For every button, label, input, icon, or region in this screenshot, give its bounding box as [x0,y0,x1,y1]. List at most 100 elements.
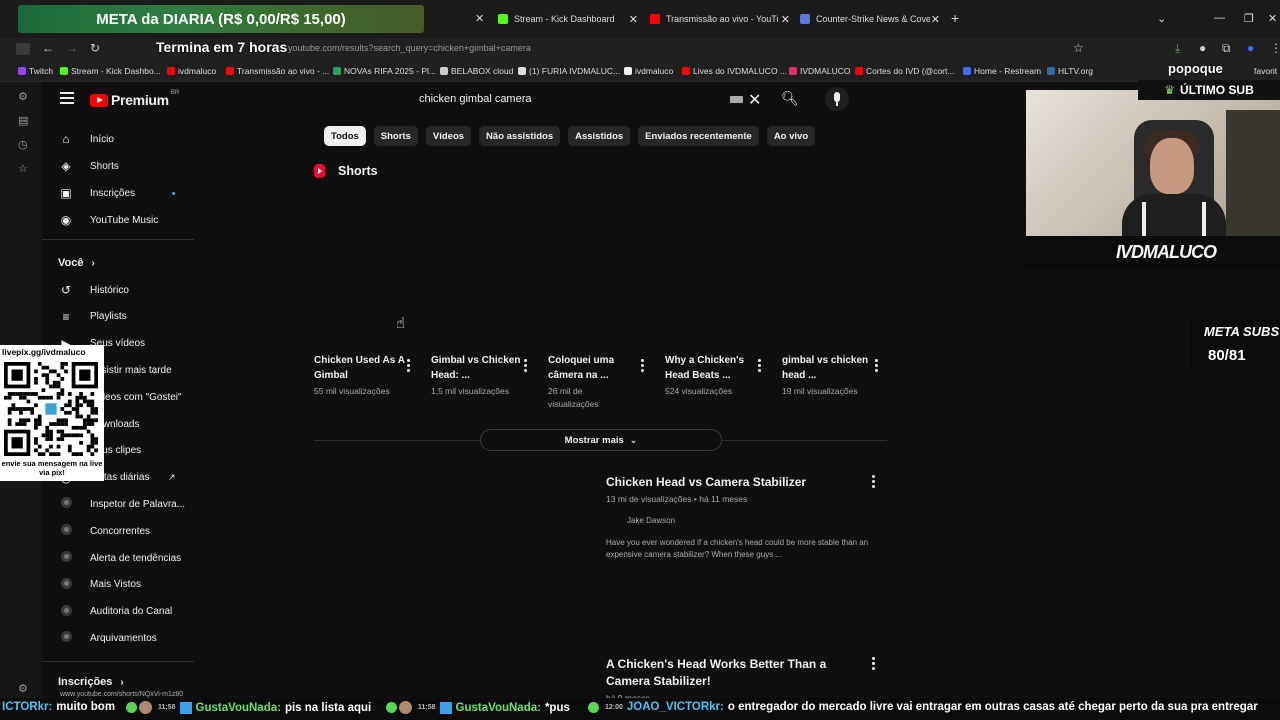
menu-icon[interactable]: ⋮ [1270,41,1280,55]
app-circle [60,631,72,643]
profile-icon[interactable]: ● [1247,41,1254,55]
more-options-icon[interactable] [872,475,875,490]
video-result[interactable]: Chicken Head vs Camera Stabilizer 13 mi … [606,474,906,561]
bookmark-item[interactable]: ivdmaluco [167,66,216,76]
sidebar-item[interactable]: ⌂ Início [42,126,198,152]
menu-icon[interactable] [60,92,74,107]
youtube-premium-logo[interactable]: Premium BR [90,90,179,108]
close-tab-icon[interactable]: ✕ [931,13,940,26]
bookmark-item[interactable]: HLTV.org [1047,66,1093,76]
sidebar-item-label: Shorts [90,160,119,172]
short-title[interactable]: Coloquei uma câmera na ... [548,353,640,383]
more-options-icon[interactable] [641,359,644,374]
bookmark-item[interactable]: Transmissão ao vivo - ... [226,66,329,76]
filter-chip[interactable]: Não assistidos [479,126,561,146]
subscriptions-section-header[interactable]: Inscrições › [58,676,124,688]
sidebar-item[interactable]: Concorrentes [42,518,198,544]
microphone-icon[interactable] [825,87,849,111]
filter-chip[interactable]: Todos [324,126,366,146]
bookmark-item[interactable]: ivdmaluco [624,66,673,76]
sidebar-item[interactable]: Arquivamentos [42,625,198,651]
back-icon[interactable]: ← [42,41,54,55]
short-card[interactable]: Coloquei uma câmera na ... 26 mil de visu… [548,353,658,411]
bookmark-item[interactable]: Twitch [18,66,53,76]
sidebar-item[interactable]: Inspetor de Palavra... [42,491,198,517]
bookmarks-more[interactable]: favorit [1254,66,1277,76]
download-icon[interactable]: ⤓ [1175,41,1180,56]
more-options-icon[interactable] [524,359,527,374]
short-card[interactable]: gimbal vs chicken head ... 19 mil visuali… [782,353,892,398]
bookmark-item[interactable]: IVDMALUCO [789,66,851,76]
filter-chip[interactable]: Vídeos [425,126,472,146]
short-title[interactable]: Chicken Used As A Gimbal [314,353,406,383]
url-field[interactable]: youtube.com/results?search_query=chicken… [288,43,531,53]
more-options-icon[interactable] [758,359,761,374]
bookmark-item[interactable]: Home - Restream [963,66,1041,76]
meta-subs-value: 80/81 [1208,347,1246,364]
bookmark-item[interactable]: (1) FURIA IVDMALUC... [518,66,620,76]
short-title[interactable]: Why a Chicken's Head Beats ... [665,353,757,383]
more-options-icon[interactable] [407,359,410,374]
new-tab-button[interactable]: + [951,10,959,26]
sidebar-item[interactable]: ↺ Histórico [42,277,198,303]
info-icon[interactable]: ● [1199,41,1206,55]
you-section-header[interactable]: Você › [58,257,95,269]
search-icon[interactable]: 🔍︎ [781,90,799,107]
sidebar-item[interactable]: ≡ Playlists [42,304,198,330]
new-content-dot [172,191,175,195]
filter-chip[interactable]: Assistidos [568,126,631,146]
video-result[interactable]: A Chicken's Head Works Better Than a Cam… [606,656,906,703]
sidebar-item[interactable]: Auditoria do Canal [42,599,198,625]
external-link-icon: ↗ [168,472,176,483]
bookmark-favicon-icon [1047,67,1055,75]
short-title[interactable]: Gimbal vs Chicken Head: ... [431,353,523,383]
more-options-icon[interactable] [875,359,878,374]
sidebar-item[interactable]: ◈ Shorts [42,153,198,179]
bookmark-item[interactable]: BELABOX cloud [440,66,513,76]
filter-chip[interactable]: Enviados recentemente [638,126,759,146]
tab-youtube-live[interactable]: Transmissão ao vivo - YouTube ✕ [650,8,790,30]
bookmark-item[interactable]: Cortes do IVD (@cort... [855,66,954,76]
sidebar-item[interactable]: Mais Vistos [42,572,198,598]
short-views: 55 mil visualizações [314,386,390,396]
notes-icon[interactable]: ▤ [18,114,28,127]
sidebar-item[interactable]: ▣ Inscrições [42,180,198,206]
sidebar-toggle-icon[interactable] [16,43,30,55]
close-tab-icon[interactable]: ✕ [629,13,638,26]
maximize-icon[interactable]: ❐ [1244,12,1254,25]
minimize-icon[interactable]: — [1214,12,1225,24]
tab-list-chevron-icon[interactable]: ⌄ [1157,12,1166,25]
bookmark-item[interactable]: Lives do IVDMALUCO ... [682,66,787,76]
close-window-icon[interactable]: ✕ [1268,12,1277,25]
filter-chip[interactable]: Ao vivo [766,126,816,146]
settings-icon[interactable]: ⚙ [18,90,28,103]
close-tab-icon[interactable]: ✕ [781,13,790,26]
close-tab-icon[interactable]: ✕ [475,12,484,25]
show-more-button[interactable]: Mostrar mais ⌄ [480,429,722,451]
bookmark-item[interactable]: NOVAs RIFA 2025 - Pl... [333,66,436,76]
keyboard-icon[interactable] [730,96,743,103]
bookmark-star-icon[interactable]: ☆ [1073,41,1084,55]
search-input[interactable]: chicken gimbal camera [408,88,774,111]
tab-kick-dashboard[interactable]: Stream - Kick Dashboard ✕ [498,8,638,30]
bookmark-item[interactable]: Stream - Kick Dashbo... [60,66,161,76]
sidebar-item[interactable]: Alerta de tendências [42,545,198,571]
video-title[interactable]: Chicken Head vs Camera Stabilizer [606,474,906,491]
short-card[interactable]: Chicken Used As A Gimbal 55 mil visualiza… [314,353,424,398]
more-options-icon[interactable] [872,657,875,672]
reload-icon[interactable]: ↻ [90,41,100,55]
channel-name[interactable]: Jake Dawson [627,516,906,525]
video-title[interactable]: A Chicken's Head Works Better Than a Cam… [606,656,836,690]
tab-hltv[interactable]: Counter-Strike News & Coverag ✕ [800,8,940,30]
history-icon[interactable]: ◷ [18,138,28,151]
short-title[interactable]: gimbal vs chicken head ... [782,353,874,383]
short-card[interactable]: Why a Chicken's Head Beats ... 524 visual… [665,353,775,398]
favorites-icon[interactable]: ☆ [18,162,28,175]
forward-icon[interactable]: → [66,41,78,55]
extensions-icon[interactable]: ⧉ [1222,41,1231,56]
filter-chip[interactable]: Shorts [373,126,418,146]
short-card[interactable]: Gimbal vs Chicken Head: ... 1,5 mil visua… [431,353,541,398]
settings-icon[interactable]: ⚙ [18,682,28,695]
sidebar-item[interactable]: ◉ YouTube Music [42,207,198,233]
clear-search-icon[interactable]: ✕ [748,90,761,110]
